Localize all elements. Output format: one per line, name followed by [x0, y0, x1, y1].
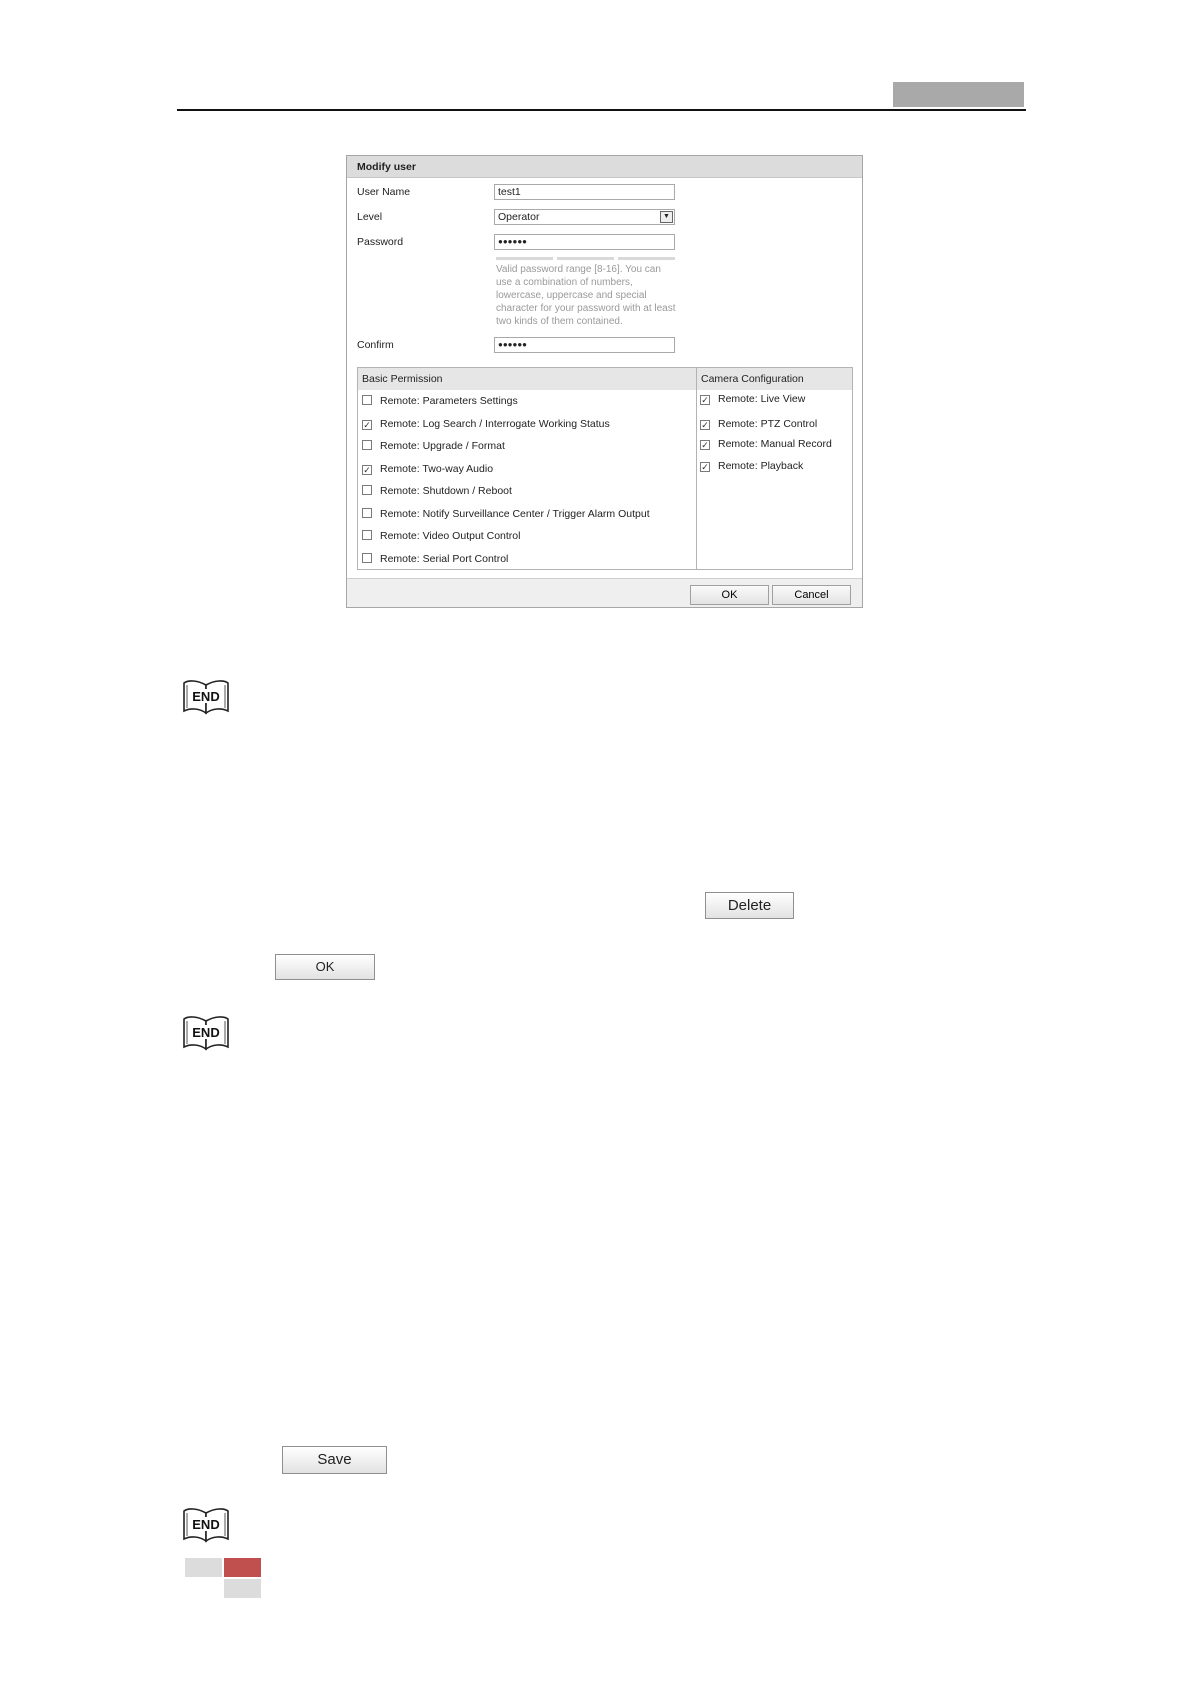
username-label: User Name — [357, 186, 411, 198]
checkbox-icon[interactable] — [362, 530, 372, 540]
basic-permission-item[interactable]: Remote: Upgrade / Format — [362, 439, 505, 453]
level-label: Level — [357, 211, 383, 223]
basic-permission-item[interactable]: ✓ Remote: Two-way Audio — [362, 462, 493, 476]
dialog-ok-button[interactable]: OK — [690, 585, 769, 605]
ok-button[interactable]: OK — [275, 954, 375, 980]
camera-configuration-item[interactable]: ✓ Remote: Live View — [700, 392, 805, 406]
camera-configuration-item[interactable]: ✓ Remote: Manual Record — [700, 437, 832, 451]
basic-permission-item[interactable]: ✓ Remote: Log Search / Interrogate Workin… — [362, 417, 610, 431]
password-label: Password — [357, 236, 404, 248]
basic-permission-item[interactable]: Remote: Serial Port Control — [362, 552, 508, 566]
end-book-icon: END — [183, 1016, 229, 1051]
dialog-footer: OK Cancel — [347, 578, 862, 607]
checkbox-icon[interactable] — [362, 553, 372, 563]
end-label: END — [192, 1517, 219, 1532]
checkbox-icon[interactable] — [362, 508, 372, 518]
username-input[interactable]: test1 — [494, 184, 675, 200]
header-tab-block — [893, 82, 1024, 107]
checkbox-icon[interactable] — [362, 485, 372, 495]
checkbox-checked-icon[interactable]: ✓ — [362, 465, 372, 475]
end-book-icon: END — [183, 1508, 229, 1543]
end-book-icon: END — [183, 680, 229, 715]
save-button[interactable]: Save — [282, 1446, 387, 1474]
chevron-down-icon[interactable]: ▼ — [660, 211, 673, 223]
footer-square-red — [224, 1558, 261, 1577]
modify-user-dialog: Modify user User Name test1 Level Operat… — [346, 155, 863, 608]
end-label: END — [192, 1025, 219, 1040]
checkbox-icon[interactable] — [362, 395, 372, 405]
basic-permission-item[interactable]: Remote: Parameters Settings — [362, 394, 518, 408]
checkbox-checked-icon[interactable]: ✓ — [700, 395, 710, 405]
camera-configuration-item[interactable]: ✓ Remote: Playback — [700, 459, 803, 473]
basic-permission-header: Basic Permission — [358, 368, 696, 390]
dialog-cancel-button[interactable]: Cancel — [772, 585, 851, 605]
level-select[interactable]: Operator ▼ — [494, 209, 675, 225]
password-strength-bar-2 — [557, 257, 614, 260]
delete-button[interactable]: Delete — [705, 892, 794, 919]
end-label: END — [192, 689, 219, 704]
password-hint: Valid password range [8-16]. You can use… — [496, 264, 676, 327]
basic-permission-item[interactable]: Remote: Shutdown / Reboot — [362, 484, 512, 498]
basic-permission-item[interactable]: Remote: Notify Surveillance Center / Tri… — [362, 507, 650, 521]
password-input[interactable]: ●●●●●● — [494, 234, 675, 250]
checkbox-checked-icon[interactable]: ✓ — [700, 462, 710, 472]
footer-square-grey — [224, 1579, 261, 1598]
footer-square-grey — [185, 1558, 222, 1577]
header-rule — [177, 109, 1026, 111]
checkbox-checked-icon[interactable]: ✓ — [362, 420, 372, 430]
confirm-input[interactable]: ●●●●●● — [494, 337, 675, 353]
level-selected-value: Operator — [498, 211, 540, 223]
camera-configuration-header: Camera Configuration — [697, 368, 852, 390]
permission-divider — [696, 368, 697, 569]
password-strength-bar-1 — [496, 257, 553, 260]
basic-permission-item[interactable]: Remote: Video Output Control — [362, 529, 520, 543]
camera-configuration-item[interactable]: ✓ Remote: PTZ Control — [700, 417, 817, 431]
checkbox-icon[interactable] — [362, 440, 372, 450]
checkbox-checked-icon[interactable]: ✓ — [700, 420, 710, 430]
dialog-title: Modify user — [347, 156, 862, 178]
confirm-label: Confirm — [357, 339, 394, 351]
checkbox-checked-icon[interactable]: ✓ — [700, 440, 710, 450]
permission-panel: Basic Permission Camera Configuration Re… — [357, 367, 853, 570]
password-strength-bar-3 — [618, 257, 675, 260]
